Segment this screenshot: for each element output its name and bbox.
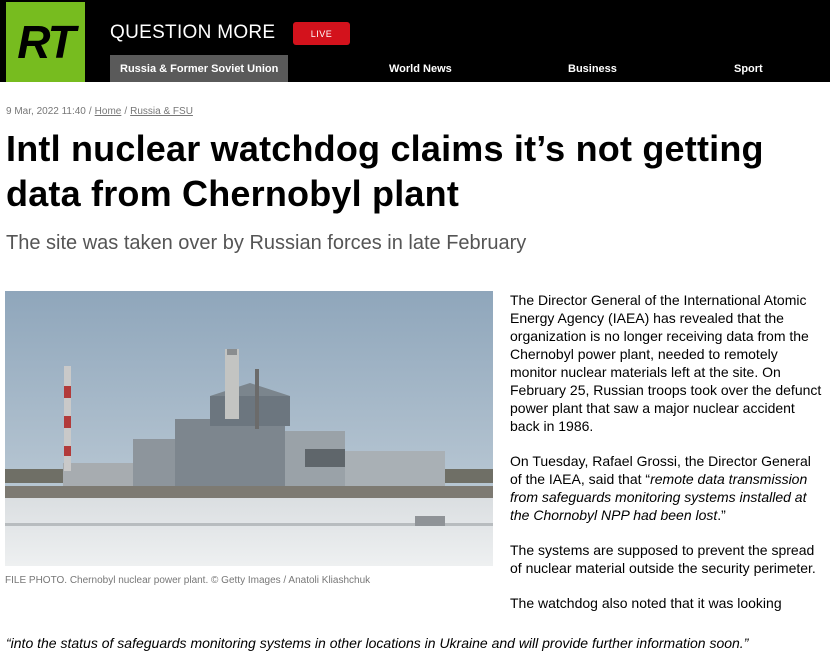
paragraph-1: The Director General of the Internationa… — [510, 292, 822, 434]
paragraph-2: On Tuesday, Rafael Grossi, the Director … — [510, 452, 822, 524]
article-photo[interactable] — [5, 291, 493, 566]
logo-text: RT — [17, 16, 75, 68]
nav-item-business[interactable]: Business — [568, 55, 617, 82]
article-body: The Director General of the Internationa… — [510, 291, 822, 629]
nav-item-russia-fsu[interactable]: Russia & Former Soviet Union — [110, 55, 289, 82]
chernobyl-plant-image — [5, 291, 493, 566]
paragraph-3: The systems are supposed to prevent the … — [510, 542, 816, 576]
breadcrumb-russia-fsu[interactable]: Russia & FSU — [130, 106, 193, 117]
main-nav: Russia & Former Soviet Union World News … — [110, 55, 830, 82]
paragraph-2-end: .” — [717, 507, 726, 523]
live-button[interactable]: LIVE — [293, 22, 350, 45]
photo-caption: FILE PHOTO. Chernobyl nuclear power plan… — [5, 575, 371, 586]
article-headline: Intl nuclear watchdog claims it’s not ge… — [6, 128, 764, 214]
paragraph-4-quote: “into the status of safeguards monitorin… — [6, 635, 749, 651]
site-header: RT QUESTION MORE LIVE Russia & Former So… — [0, 0, 830, 82]
rt-logo[interactable]: RT — [6, 2, 85, 82]
article-date: 9 Mar, 2022 11:40 — [6, 106, 86, 117]
breadcrumb-home[interactable]: Home — [95, 106, 122, 117]
article-subtitle: The site was taken over by Russian force… — [6, 232, 527, 254]
paragraph-4: The watchdog also noted that it was look… — [510, 595, 782, 611]
nav-item-sport[interactable]: Sport — [734, 55, 763, 82]
nav-item-world-news[interactable]: World News — [389, 55, 452, 82]
site-tagline: QUESTION MORE — [110, 22, 276, 43]
article-meta: 9 Mar, 2022 11:40/Home / Russia & FSU — [6, 106, 193, 117]
